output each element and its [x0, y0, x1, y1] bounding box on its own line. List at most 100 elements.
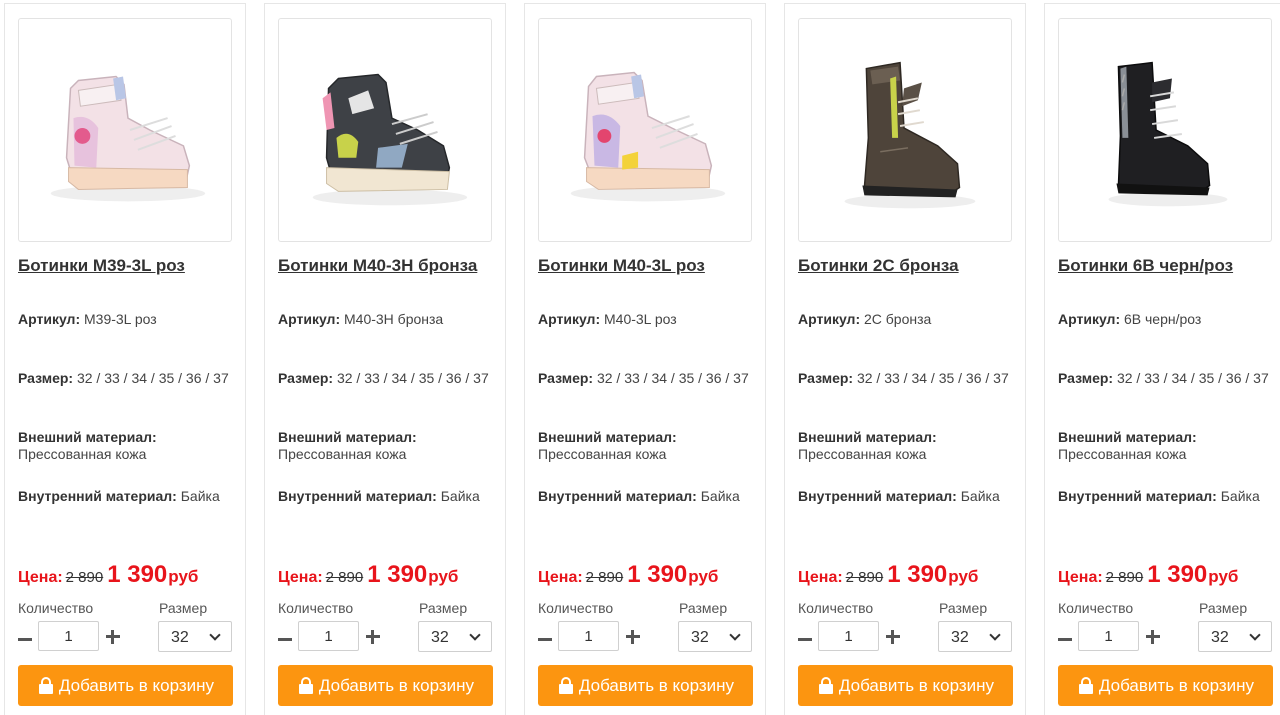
- add-to-cart-button[interactable]: Добавить в корзину: [278, 665, 493, 706]
- add-to-cart-button[interactable]: Добавить в корзину: [538, 665, 753, 706]
- size-select-value: 32: [431, 629, 449, 646]
- chevron-down-icon: [469, 629, 481, 641]
- add-to-cart-label: Добавить в корзину: [838, 675, 995, 695]
- sizes-row: Размер: 32 / 33 / 34 / 35 / 36 / 37: [538, 370, 753, 387]
- shopping-bag-icon: [558, 676, 573, 694]
- shopping-bag-icon: [38, 676, 53, 694]
- black-leather-boot-photo[interactable]: [1058, 18, 1272, 242]
- product-title[interactable]: Ботинки 6В черн/роз: [1058, 256, 1280, 276]
- currency: руб: [948, 567, 979, 586]
- article-row: Артикул: М39-3L роз: [18, 311, 233, 328]
- pink-sneaker-boot-photo[interactable]: [18, 18, 232, 242]
- inner-material-label: Внутренний материал:: [1058, 488, 1217, 504]
- plus-icon[interactable]: [105, 629, 121, 645]
- outer-material-label: Внешний материал:: [798, 429, 937, 445]
- size-select[interactable]: 32: [158, 621, 232, 652]
- bronze-leather-boot-photo[interactable]: [798, 18, 1012, 242]
- inner-material-row: Внутренний материал: Байка: [1058, 488, 1273, 505]
- chevron-down-icon: [729, 629, 741, 641]
- outer-material-value: Прессованная кожа: [1058, 446, 1187, 462]
- quantity-input[interactable]: [818, 621, 879, 651]
- minus-icon[interactable]: [17, 629, 33, 649]
- size-select-label: Размер: [939, 600, 988, 616]
- inner-material-row: Внутренний материал: Байка: [798, 488, 1013, 505]
- inner-material-value: Байка: [180, 488, 220, 504]
- article-row: Артикул: 2С бронза: [798, 311, 1013, 328]
- plus-icon[interactable]: [365, 629, 381, 645]
- price-label: Цена:: [18, 569, 63, 586]
- product-card: Ботинки М40-3Н бронза Артикул: М40-3Н бр…: [264, 3, 506, 715]
- old-price: 2 890: [585, 569, 624, 586]
- size-select-value: 32: [171, 629, 189, 646]
- new-price: 1 390: [627, 561, 688, 588]
- outer-material-row: Внешний материал: Прессованная кожа: [18, 429, 233, 463]
- product-card: Ботинки 2С бронза Артикул: 2С бронза Раз…: [784, 3, 1026, 715]
- size-select[interactable]: 32: [938, 621, 1012, 652]
- article-row: Артикул: М40-3L роз: [538, 311, 753, 328]
- product-title[interactable]: Ботинки М40-3Н бронза: [278, 256, 503, 276]
- size-select-label: Размер: [1199, 600, 1248, 616]
- quantity-input[interactable]: [38, 621, 99, 651]
- inner-material-row: Внутренний материал: Байка: [18, 488, 233, 505]
- plus-icon[interactable]: [625, 629, 641, 645]
- outer-material-row: Внешний материал: Прессованная кожа: [538, 429, 753, 463]
- article-label: Артикул:: [538, 311, 601, 327]
- minus-icon[interactable]: [537, 629, 553, 649]
- minus-icon[interactable]: [277, 629, 293, 649]
- chevron-down-icon: [209, 629, 221, 641]
- price-row: Цена: 2 890 1 390руб: [538, 561, 718, 589]
- plus-icon[interactable]: [1145, 629, 1161, 645]
- size-select-value: 32: [951, 629, 969, 646]
- old-price: 2 890: [845, 569, 884, 586]
- sizes-value: 32 / 33 / 34 / 35 / 36 / 37: [596, 370, 749, 386]
- inner-material-row: Внутренний материал: Байка: [538, 488, 753, 505]
- outer-material-value: Прессованная кожа: [798, 446, 927, 462]
- size-select[interactable]: 32: [678, 621, 752, 652]
- new-price: 1 390: [107, 561, 168, 588]
- sizes-label: Размер:: [538, 370, 594, 386]
- sizes-label: Размер:: [18, 370, 74, 386]
- article-value: М39-3L роз: [84, 311, 157, 327]
- inner-material-value: Байка: [440, 488, 480, 504]
- product-title[interactable]: Ботинки М39-3L роз: [18, 256, 243, 276]
- plus-icon[interactable]: [885, 629, 901, 645]
- quantity-input[interactable]: [558, 621, 619, 651]
- price-label: Цена:: [1058, 569, 1103, 586]
- quantity-label: Количество: [278, 600, 354, 616]
- outer-material-value: Прессованная кожа: [18, 446, 147, 462]
- quantity-input[interactable]: [298, 621, 359, 651]
- inner-material-value: Байка: [1220, 488, 1260, 504]
- new-price: 1 390: [1147, 561, 1208, 588]
- inner-material-label: Внутренний материал:: [18, 488, 177, 504]
- shopping-bag-icon: [298, 676, 313, 694]
- price-label: Цена:: [278, 569, 323, 586]
- article-value: М40-3L роз: [604, 311, 677, 327]
- quantity-input[interactable]: [1078, 621, 1139, 651]
- price-row: Цена: 2 890 1 390руб: [278, 561, 458, 589]
- product-title[interactable]: Ботинки 2С бронза: [798, 256, 1023, 276]
- add-to-cart-label: Добавить в корзину: [58, 675, 215, 695]
- article-row: Артикул: 6В черн/роз: [1058, 311, 1273, 328]
- outer-material-row: Внешний материал: Прессованная кожа: [1058, 429, 1273, 463]
- old-price: 2 890: [325, 569, 364, 586]
- inner-material-value: Байка: [960, 488, 1000, 504]
- size-select[interactable]: 32: [1198, 621, 1272, 652]
- size-select[interactable]: 32: [418, 621, 492, 652]
- minus-icon[interactable]: [797, 629, 813, 649]
- quantity-label: Количество: [1058, 600, 1134, 616]
- add-to-cart-button[interactable]: Добавить в корзину: [798, 665, 1013, 706]
- price-row: Цена: 2 890 1 390руб: [18, 561, 198, 589]
- dark-sneaker-boot-photo[interactable]: [278, 18, 492, 242]
- sizes-label: Размер:: [1058, 370, 1114, 386]
- product-title[interactable]: Ботинки М40-3L роз: [538, 256, 763, 276]
- product-card: Ботинки М39-3L роз Артикул: М39-3L роз Р…: [4, 3, 246, 715]
- add-to-cart-button[interactable]: Добавить в корзину: [18, 665, 233, 706]
- outer-material-value: Прессованная кожа: [538, 446, 667, 462]
- minus-icon[interactable]: [1057, 629, 1073, 649]
- article-row: Артикул: М40-3Н бронза: [278, 311, 493, 328]
- product-grid: Ботинки М39-3L роз Артикул: М39-3L роз Р…: [0, 0, 1280, 715]
- sizes-value: 32 / 33 / 34 / 35 / 36 / 37: [1116, 370, 1269, 386]
- pink-sneaker-boot-photo[interactable]: [538, 18, 752, 242]
- add-to-cart-button[interactable]: Добавить в корзину: [1058, 665, 1273, 706]
- article-label: Артикул:: [278, 311, 341, 327]
